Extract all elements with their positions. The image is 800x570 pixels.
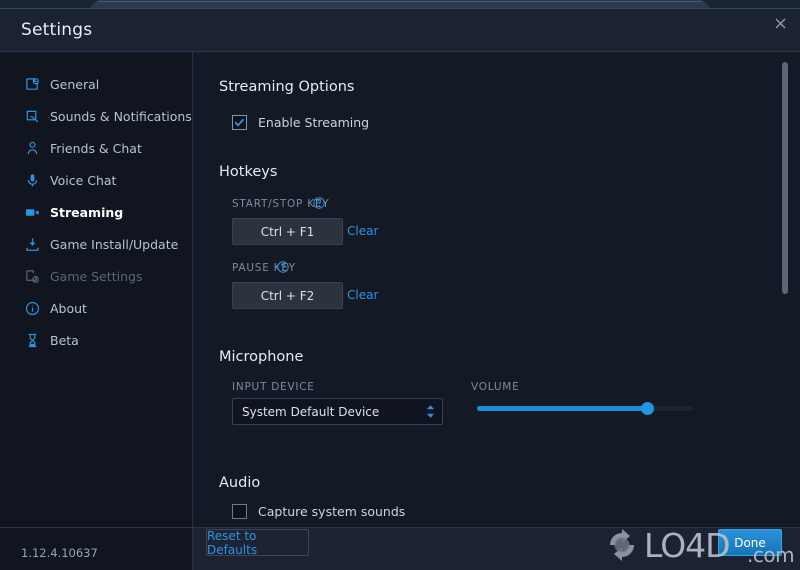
footer-bar xyxy=(0,527,800,570)
sidebar-item-label: General xyxy=(50,76,100,92)
friends-chat-icon xyxy=(24,140,40,156)
general-gear-icon xyxy=(24,76,40,92)
sidebar-item-label: About xyxy=(50,300,87,316)
volume-slider-thumb[interactable] xyxy=(641,402,655,415)
enable-streaming-checkbox[interactable] xyxy=(232,115,247,130)
input-device-label: INPUT DEVICE xyxy=(232,381,315,393)
sidebar-nav: General Sounds & Notifications Friends &… xyxy=(0,52,193,527)
sidebar-item-about[interactable]: About xyxy=(0,292,192,324)
sidebar-item-label: Game Settings xyxy=(50,268,143,284)
sidebar-item-label: Beta xyxy=(50,332,79,348)
section-title-streaming-options: Streaming Options xyxy=(219,79,355,95)
input-device-value: System Default Device xyxy=(242,404,380,419)
microphone-volume-slider[interactable] xyxy=(477,402,693,415)
input-device-select[interactable]: System Default Device xyxy=(232,398,443,425)
sidebar-item-game-settings: Game Settings xyxy=(0,260,192,292)
sidebar-item-general[interactable]: General xyxy=(0,68,192,100)
microphone-icon xyxy=(24,172,40,188)
enable-streaming-label: Enable Streaming xyxy=(258,115,370,130)
pause-key-button[interactable]: Ctrl + F2 xyxy=(232,282,343,309)
help-circle-icon[interactable] xyxy=(313,197,325,209)
section-title-microphone: Microphone xyxy=(219,349,304,365)
sidebar-item-friends-chat[interactable]: Friends & Chat xyxy=(0,132,192,164)
page-title: Settings xyxy=(21,20,93,40)
sidebar-item-label: Game Install/Update xyxy=(50,236,179,252)
capture-system-sounds-checkbox-row[interactable]: Capture system sounds xyxy=(232,504,405,519)
background-window-tab-highlight xyxy=(98,1,702,2)
done-button[interactable]: Done xyxy=(718,529,782,556)
info-icon xyxy=(24,300,40,316)
help-circle-icon[interactable] xyxy=(277,261,289,273)
close-icon[interactable] xyxy=(767,13,793,33)
enable-streaming-checkbox-row[interactable]: Enable Streaming xyxy=(232,115,369,130)
sidebar-item-label: Friends & Chat xyxy=(50,140,142,156)
clear-pause-key-button[interactable]: Clear xyxy=(347,288,378,302)
settings-window-root: Settings General Sounds & Notifications … xyxy=(0,0,800,570)
title-bar: Settings xyxy=(0,9,800,52)
game-settings-icon xyxy=(24,268,40,284)
beta-flask-icon xyxy=(24,332,40,348)
sidebar-item-sounds-notifications[interactable]: Sounds & Notifications xyxy=(0,100,192,132)
window-body: General Sounds & Notifications Friends &… xyxy=(0,52,800,570)
clear-start-stop-key-button[interactable]: Clear xyxy=(347,224,378,238)
sidebar-item-label: Sounds & Notifications xyxy=(50,108,192,124)
app-version-label: 1.12.4.10637 xyxy=(21,546,98,560)
sidebar-item-label: Streaming xyxy=(50,204,124,220)
sidebar-item-label: Voice Chat xyxy=(50,172,117,188)
capture-system-sounds-checkbox[interactable] xyxy=(232,504,247,519)
volume-slider-fill xyxy=(477,406,648,411)
start-stop-key-button[interactable]: Ctrl + F1 xyxy=(232,218,343,245)
section-title-audio: Audio xyxy=(219,475,261,491)
sounds-notifications-icon xyxy=(24,108,40,124)
content-scrollbar-thumb[interactable] xyxy=(782,62,788,294)
video-camera-icon xyxy=(24,204,40,220)
settings-content-panel: Streaming Options Enable Streaming Hotke… xyxy=(194,52,800,527)
volume-label: VOLUME xyxy=(471,381,520,393)
sidebar-item-streaming[interactable]: Streaming xyxy=(0,196,192,228)
capture-system-sounds-label: Capture system sounds xyxy=(258,504,406,519)
sidebar-item-beta[interactable]: Beta xyxy=(0,324,192,356)
stepper-arrows-icon xyxy=(425,404,436,419)
download-icon xyxy=(24,236,40,252)
sidebar-item-voice-chat[interactable]: Voice Chat xyxy=(0,164,192,196)
reset-to-defaults-button[interactable]: Reset to Defaults xyxy=(206,529,309,557)
content-scrollbar[interactable] xyxy=(782,57,788,522)
section-title-hotkeys: Hotkeys xyxy=(219,164,278,180)
sidebar-item-game-install-update[interactable]: Game Install/Update xyxy=(0,228,192,260)
settings-window: Settings General Sounds & Notifications … xyxy=(0,8,800,570)
